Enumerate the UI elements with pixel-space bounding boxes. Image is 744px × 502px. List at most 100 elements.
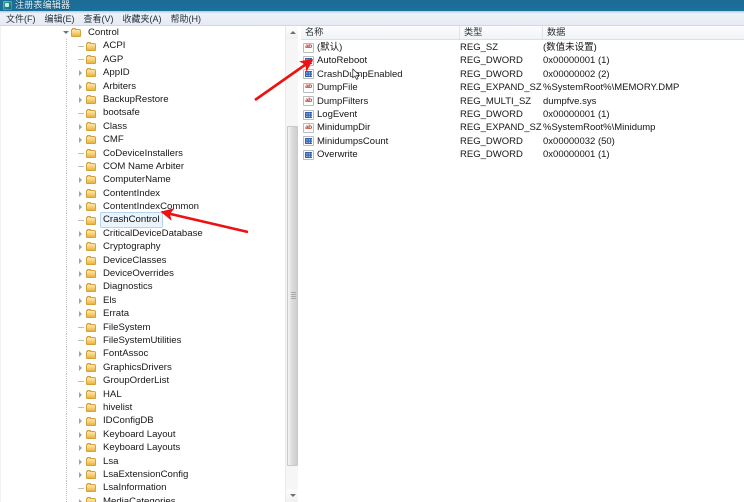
value-data: 0x00000001 (1) [543, 149, 610, 161]
menu-item-favorites[interactable]: 收藏夹(A) [123, 14, 162, 25]
tree-item-hivelist[interactable]: hivelist [0, 400, 284, 415]
value-row[interactable]: LogEvent REG_DWORD 0x00000001 (1) [301, 108, 744, 121]
tree-item-control[interactable]: Control [0, 26, 284, 39]
column-header-data[interactable]: 数据 [543, 26, 744, 39]
expand-arrow-icon[interactable] [77, 388, 86, 401]
value-row[interactable]: CrashDumpEnabled REG_DWORD 0x00000002 (2) [301, 68, 744, 81]
folder-icon [86, 81, 97, 91]
expand-arrow-icon[interactable] [77, 347, 86, 360]
expand-arrow-icon[interactable] [77, 361, 86, 374]
tree-vertical-scrollbar[interactable] [285, 26, 299, 502]
tree-item-els[interactable]: Els [0, 293, 284, 308]
menu-item-view[interactable]: 查看(V) [84, 14, 114, 25]
value-row[interactable]: DumpFilters REG_MULTI_SZ dumpfve.sys [301, 95, 744, 108]
column-header-name[interactable]: 名称 [301, 26, 460, 39]
tree-guide-line [66, 200, 67, 214]
tree-item-acpi[interactable]: ACPI [0, 39, 284, 53]
tree-item-com-name-arbiter[interactable]: COM Name Arbiter [0, 159, 284, 174]
expand-arrow-icon[interactable] [77, 187, 86, 200]
tree-item-arbiters[interactable]: Arbiters [0, 79, 284, 93]
tree-item-grouporderlist[interactable]: GroupOrderList [0, 374, 284, 388]
tree-guide-line [66, 374, 67, 388]
expand-arrow-icon[interactable] [77, 267, 86, 280]
tree-item-agp[interactable]: AGP [0, 52, 284, 67]
dword-value-icon [303, 149, 314, 160]
tree-item-fontassoc[interactable]: FontAssoc [0, 347, 284, 361]
tree-item-crashcontrol[interactable]: CrashControl [0, 212, 284, 228]
tree-leaf-marker [77, 160, 86, 173]
registry-values-pane: 名称 类型 数据 (默认) REG_SZ (数值未设置) AutoReboot REG_… [301, 26, 744, 502]
expand-arrow-icon[interactable] [77, 254, 86, 267]
tree-item-codeviceinstallers[interactable]: CoDeviceInstallers [0, 146, 284, 160]
tree-item-deviceclasses[interactable]: DeviceClasses [0, 253, 284, 268]
expand-arrow-icon[interactable] [77, 227, 86, 240]
value-name-cell: MinidumpDir [301, 121, 460, 134]
value-row[interactable]: (默认) REG_SZ (数值未设置) [301, 41, 744, 54]
tree-item-lsaextensionconfig[interactable]: LsaExtensionConfig [0, 467, 284, 482]
tree-item-appid[interactable]: AppID [0, 66, 284, 80]
tree-item-idconfigdb[interactable]: IDConfigDB [0, 414, 284, 428]
expand-arrow-icon[interactable] [77, 428, 86, 441]
menu-item-file[interactable]: 文件(F) [6, 14, 36, 25]
tree-item-contentindexcommon[interactable]: ContentIndexCommon [0, 200, 284, 214]
expand-arrow-icon[interactable] [77, 240, 86, 253]
menu-item-help[interactable]: 帮助(H) [171, 14, 202, 25]
expand-arrow-icon[interactable] [77, 495, 86, 502]
expand-arrow-icon[interactable] [77, 80, 86, 93]
expand-arrow-icon[interactable] [77, 93, 86, 106]
expand-arrow-icon[interactable] [77, 468, 86, 481]
value-row[interactable]: MinidumpsCount REG_DWORD 0x00000032 (50) [301, 135, 744, 148]
folder-icon [86, 175, 97, 185]
tree-item-keyboard-layout[interactable]: Keyboard Layout [0, 427, 284, 442]
tree-guide-line [66, 387, 67, 401]
expand-arrow-icon[interactable] [77, 414, 86, 427]
folder-icon [86, 269, 97, 279]
tree-item-filesystemutilities[interactable]: FileSystemUtilities [0, 333, 284, 348]
tree-item-filesystem[interactable]: FileSystem [0, 320, 284, 334]
dword-value-icon [303, 136, 314, 147]
tree-item-hal[interactable]: HAL [0, 387, 284, 401]
expand-arrow-icon[interactable] [77, 307, 86, 320]
tree-item-diagnostics[interactable]: Diagnostics [0, 280, 284, 294]
value-row[interactable]: Overwrite REG_DWORD 0x00000001 (1) [301, 148, 744, 161]
tree-item-bootsafe[interactable]: bootsafe [0, 106, 284, 120]
expand-arrow-icon[interactable] [77, 280, 86, 293]
expand-arrow-icon[interactable] [77, 455, 86, 468]
expand-arrow-icon[interactable] [77, 441, 86, 454]
registry-editor-icon [3, 1, 12, 10]
menu-item-edit[interactable]: 编辑(E) [45, 14, 75, 25]
tree-guide-line [66, 186, 67, 201]
value-data: (数值未设置) [543, 42, 597, 53]
tree-item-computername[interactable]: ComputerName [0, 173, 284, 187]
tree-item-mediacategories[interactable]: MediaCategories [0, 494, 284, 502]
tree-item-graphicsdrivers[interactable]: GraphicsDrivers [0, 360, 284, 375]
value-row[interactable]: AutoReboot REG_DWORD 0x00000001 (1) [301, 54, 744, 67]
tree-item-cryptography[interactable]: Cryptography [0, 240, 284, 254]
folder-icon [86, 242, 97, 252]
menu-bar: 文件(F) 编辑(E) 查看(V) 收藏夹(A) 帮助(H) [0, 14, 744, 25]
expand-arrow-icon[interactable] [77, 66, 86, 79]
tree-item-keyboard-layouts[interactable]: Keyboard Layouts [0, 441, 284, 455]
folder-icon [86, 282, 97, 292]
tree-item-lsa[interactable]: Lsa [0, 454, 284, 468]
collapse-arrow-icon[interactable] [62, 26, 71, 39]
column-header-type[interactable]: 类型 [460, 26, 543, 39]
expand-arrow-icon[interactable] [77, 120, 86, 133]
expand-arrow-icon[interactable] [77, 294, 86, 307]
tree-item-class[interactable]: Class [0, 119, 284, 134]
expand-arrow-icon[interactable] [77, 173, 86, 186]
tree-item-cmf[interactable]: CMF [0, 133, 284, 147]
scrollbar-thumb[interactable] [287, 126, 298, 466]
expand-arrow-icon[interactable] [77, 133, 86, 146]
expand-arrow-icon[interactable] [77, 200, 86, 213]
tree-item-errata[interactable]: Errata [0, 307, 284, 321]
tree-item-criticaldevicedatabase[interactable]: CriticalDeviceDatabase [0, 226, 284, 241]
value-row[interactable]: MinidumpDir REG_EXPAND_SZ%SystemRoot%\Min… [301, 121, 744, 134]
tree-item-deviceoverrides[interactable]: DeviceOverrides [0, 267, 284, 281]
tree-item-contentindex[interactable]: ContentIndex [0, 186, 284, 201]
title-bar[interactable]: 注册表编辑器 [0, 0, 744, 11]
tree-item-backuprestore[interactable]: BackupRestore [0, 92, 284, 107]
value-type: REG_DWORD [460, 149, 523, 161]
value-row[interactable]: DumpFile REG_EXPAND_SZ%SystemRoot%\MEMORY… [301, 81, 744, 94]
tree-item-lsainformation[interactable]: LsaInformation [0, 481, 284, 495]
